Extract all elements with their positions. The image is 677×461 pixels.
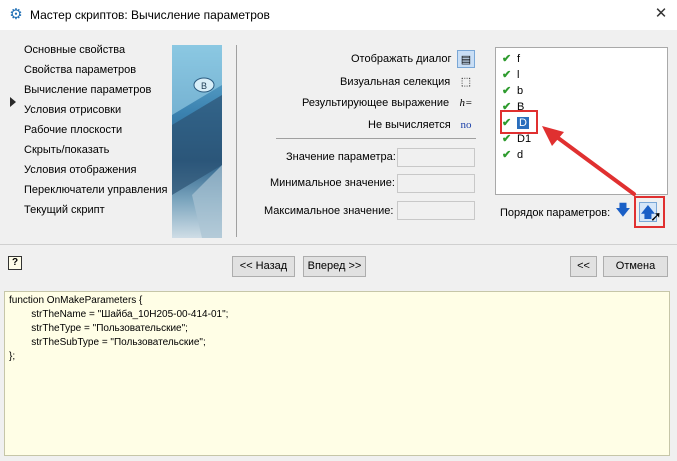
move-down-arrow-icon[interactable]: 🡇 [615,202,631,220]
title-bar: ⚙ Мастер скриптов: Вычисление параметров… [0,0,677,30]
close-button[interactable]: ✕ [650,3,672,25]
nav-item-hide-show[interactable]: Скрыть/показать [24,144,109,156]
script-code-area[interactable]: function OnMakeParameters { strTheName =… [4,291,670,456]
not-computed-value[interactable]: no [457,116,475,134]
check-icon: ✔ [502,85,512,97]
min-value-label: Минимальное значение: [270,177,395,189]
expression-icon[interactable]: h= [457,94,475,112]
wizard-image: B [172,45,222,238]
param-name: f [517,53,521,65]
param-order-label: Порядок параметров: [500,207,611,219]
check-icon: ✔ [502,149,512,161]
max-value-field[interactable] [397,201,475,220]
nav-item-current-script[interactable]: Текущий скрипт [24,204,105,216]
nav-item-draw-conditions[interactable]: Условия отрисовки [24,104,121,116]
param-name: d [517,149,524,161]
param-value-field[interactable] [397,148,475,167]
list-item[interactable]: ✔ l [502,68,519,82]
not-computed-label: Не вычисляется [368,119,451,131]
list-item[interactable]: ✔ D1 [502,132,531,146]
window-title: Мастер скриптов: Вычисление параметров [30,8,270,22]
back-button[interactable]: << Назад [232,256,295,277]
code-line: strTheSubType = "Пользовательские"; [9,337,206,348]
wizard-art: B [172,45,222,238]
rewind-button[interactable]: << [570,256,597,277]
bottom-divider [0,244,677,245]
check-icon: ✔ [502,69,512,81]
min-value-field[interactable] [397,174,475,193]
help-icon[interactable]: ? [8,256,22,270]
nav-item-control-switches[interactable]: Переключатели управления [24,184,168,196]
max-value-label: Максимальное значение: [264,205,394,217]
nav-item-display-conds[interactable]: Условия отображения [24,164,137,176]
list-item[interactable]: ✔ f [502,52,520,66]
param-name: D1 [517,133,532,145]
list-item[interactable]: ✔ d [502,148,523,162]
visual-selection-label: Визуальная селекция [340,76,451,88]
cancel-button[interactable]: Отмена [603,256,668,277]
code-line: strTheName = "Шайба_10H205-00-414-01"; [9,309,229,320]
param-value-label: Значение параметра: [286,151,396,163]
dialog-icon[interactable]: ▤ [457,50,475,68]
check-icon: ✔ [502,53,512,65]
dialog-client: Основные свойства Свойства параметров Вы… [0,30,677,461]
current-step-arrow-icon [10,97,16,107]
code-line: strTheType = "Пользовательские"; [9,323,188,334]
result-expression-label: Результирующее выражение [302,97,450,109]
nav-item-param-props[interactable]: Свойства параметров [24,64,136,76]
nav-item-param-calc[interactable]: Вычисление параметров [24,84,151,96]
nav-item-work-planes[interactable]: Рабочие плоскости [24,124,122,136]
mouse-cursor-icon: ➚ [650,208,662,224]
param-name: l [517,69,520,81]
forward-button[interactable]: Вперед >> [303,256,366,277]
gear-icon: ⚙ [9,6,23,23]
nav-item-basic-props[interactable]: Основные свойства [24,44,125,56]
show-dialog-label: Отображать диалог [351,53,452,65]
code-line: function OnMakeParameters { [9,295,143,306]
vertical-separator [236,45,237,237]
list-item[interactable]: ✔ b [502,84,523,98]
horizontal-separator [276,138,476,139]
selection-icon[interactable]: ⬚ [457,73,475,91]
svg-text:B: B [201,81,207,91]
param-name: b [517,85,524,97]
code-line: }; [9,351,16,362]
